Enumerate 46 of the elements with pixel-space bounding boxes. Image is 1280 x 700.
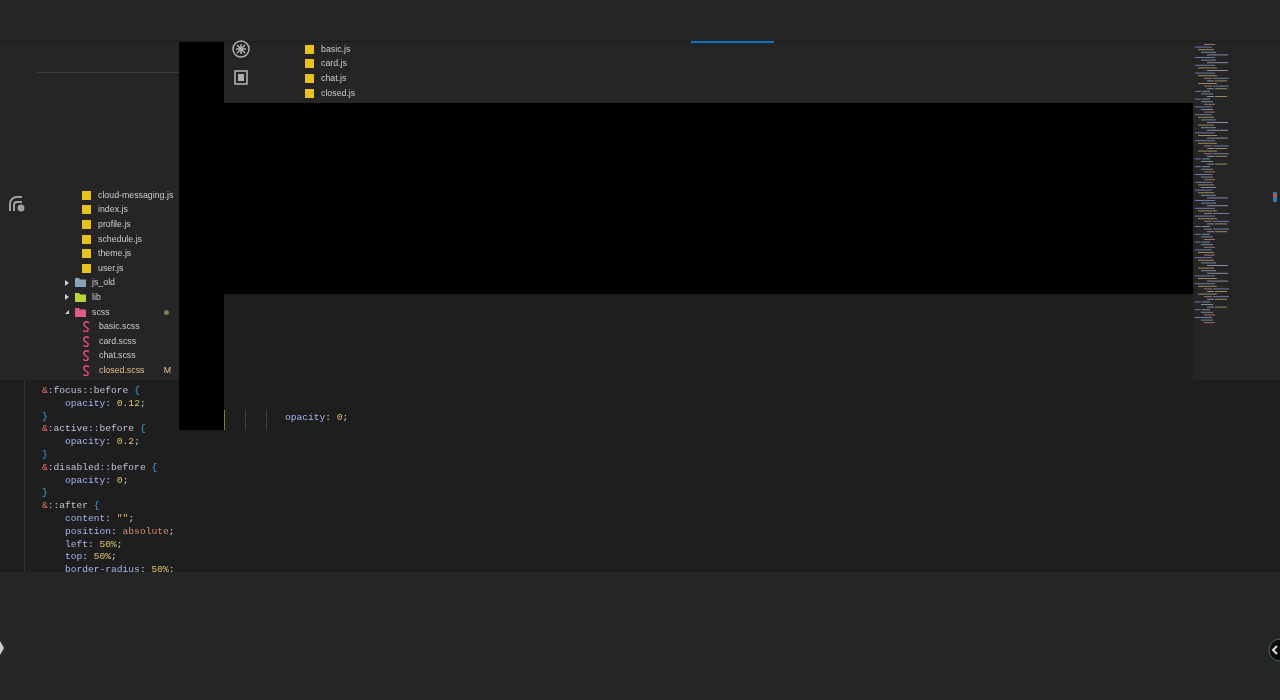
code-line: &:disabled::before { bbox=[42, 461, 158, 475]
code-line: } bbox=[42, 410, 48, 424]
tree-item[interactable]: js_old bbox=[64, 275, 178, 291]
tree-item[interactable]: basic.scss bbox=[64, 319, 178, 334]
code-line: } bbox=[42, 487, 48, 501]
tree-item[interactable]: closed.js bbox=[305, 85, 356, 101]
folder-icon bbox=[75, 278, 86, 288]
tree-item[interactable]: chat.scss bbox=[64, 348, 178, 364]
code-line: top: 50%; bbox=[64, 551, 117, 565]
collapsed-caret-icon bbox=[64, 294, 70, 301]
code-line: opacity: 0.12; bbox=[64, 397, 146, 411]
sass-file-icon bbox=[82, 350, 92, 362]
sass-file-icon bbox=[82, 364, 92, 376]
back-button-icon[interactable] bbox=[1268, 638, 1280, 662]
collapsed-caret-icon bbox=[64, 279, 70, 286]
code-line: &:active::before { bbox=[42, 423, 146, 437]
tree-item[interactable]: profile.js bbox=[64, 217, 178, 232]
tree-item[interactable]: schedule.js bbox=[64, 231, 178, 247]
tree-item[interactable]: card.js bbox=[305, 56, 356, 72]
code-line: &:focus::before { bbox=[42, 385, 140, 398]
tree-item[interactable]: theme.js bbox=[64, 246, 178, 261]
sass-file-icon bbox=[82, 321, 92, 333]
code-line: &::after { bbox=[42, 500, 100, 513]
folder-icon bbox=[75, 292, 86, 302]
code-line: opacity: 0; bbox=[285, 412, 349, 425]
expanded-caret-icon bbox=[64, 309, 70, 316]
extensions-icon[interactable] bbox=[233, 70, 248, 85]
tree-item[interactable]: closed.scss M bbox=[64, 363, 178, 378]
remote-icon[interactable] bbox=[8, 195, 26, 213]
tree-item[interactable]: index.js bbox=[64, 202, 178, 218]
code-line: opacity: 0; bbox=[64, 474, 129, 488]
code-line: left: 50%; bbox=[64, 538, 123, 552]
tree-item[interactable]: lib bbox=[64, 290, 178, 305]
tree-item[interactable]: card.scss bbox=[64, 333, 178, 349]
code-line: position: absolute; bbox=[64, 525, 175, 539]
code-line: opacity: 0.2; bbox=[64, 436, 140, 449]
sass-file-icon bbox=[82, 335, 92, 347]
code-line: } bbox=[42, 449, 48, 462]
tree-item[interactable]: cloud-messaging.js bbox=[64, 188, 178, 203]
code-line: border-radius: 50%: bbox=[64, 564, 175, 577]
code-line: content: ""; bbox=[64, 512, 135, 526]
folder-icon bbox=[75, 307, 86, 317]
tree-item[interactable]: chat.js bbox=[305, 71, 356, 86]
tree-item[interactable]: basic.js bbox=[305, 42, 356, 57]
tree-item[interactable]: user.js bbox=[64, 260, 178, 276]
tree-item[interactable]: scss bbox=[64, 304, 178, 320]
